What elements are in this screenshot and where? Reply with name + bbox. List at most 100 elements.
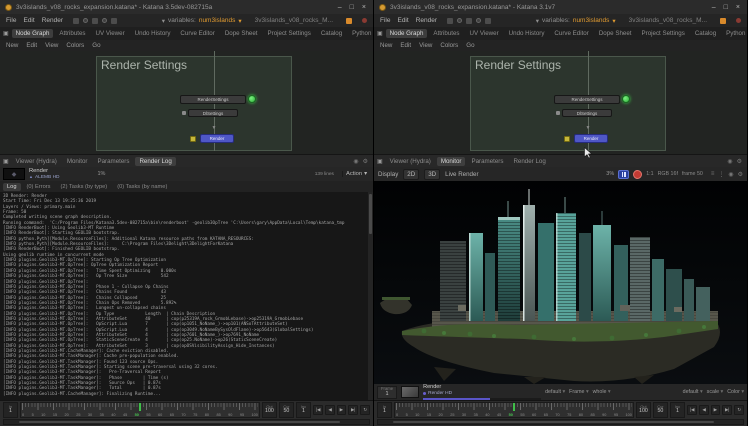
render-thumbnail[interactable]: ◆	[3, 168, 25, 180]
play-button[interactable]: ▶	[337, 405, 346, 415]
toolbar-icon[interactable]	[447, 18, 453, 24]
menu-item[interactable]: File	[6, 17, 16, 24]
scrollbar-thumb[interactable]	[393, 421, 714, 423]
graph-menu-item[interactable]: New	[380, 42, 392, 49]
pane-menu-icon[interactable]: ▣	[3, 30, 9, 37]
log-tab[interactable]: (0) Tasks (by name)	[113, 183, 171, 191]
pane-tab[interactable]: Parameters	[467, 157, 507, 166]
toolbar-icon[interactable]	[111, 18, 117, 24]
minimize-icon[interactable]: –	[338, 4, 342, 11]
toolbar-icon[interactable]	[83, 18, 88, 23]
log-scrollbar[interactable]	[368, 192, 373, 400]
monitor-render-view[interactable]	[374, 181, 747, 384]
panel-tab[interactable]: Curve Editor	[176, 29, 218, 38]
graph-menu-item[interactable]: Go	[466, 42, 474, 49]
pane-tab[interactable]: Parameters	[93, 157, 133, 166]
panel-tab[interactable]: UV Viewer	[92, 29, 129, 38]
pane-tab[interactable]: Monitor	[63, 157, 92, 166]
menu-icon[interactable]: ≡	[711, 171, 715, 178]
play-button[interactable]: ▶	[711, 405, 720, 415]
view-flag-icon[interactable]	[248, 95, 256, 103]
pane-tab[interactable]: Render Log	[509, 157, 549, 166]
pin-icon[interactable]: ◉	[728, 171, 733, 178]
step-back-button[interactable]: ◀	[325, 405, 334, 415]
pause-button[interactable]	[618, 170, 629, 179]
log-tab[interactable]: Log	[3, 183, 21, 191]
session-tab[interactable]: 3v3islands_v08_rocks_M...	[255, 17, 333, 24]
go-to-start-button[interactable]: |◀	[687, 405, 697, 415]
menu-item[interactable]: Edit	[23, 17, 34, 24]
render-log-output[interactable]: 3D Render: Render Start Time: Fri Dec 13…	[0, 192, 373, 400]
panel-tab[interactable]: Dope Sheet	[595, 29, 636, 38]
variables-control[interactable]: ▾ variables: num3islands ▾	[162, 17, 242, 25]
node-dlsettings[interactable]: DlSettings	[562, 109, 612, 117]
zoom-level[interactable]: 1:1	[646, 171, 653, 177]
variables-value[interactable]: num3islands	[199, 17, 236, 24]
close-icon[interactable]: ×	[736, 4, 740, 11]
node-graph-canvas[interactable]: Render Settings RenderSettings DlSetting…	[0, 51, 373, 155]
node-rendersettings[interactable]: RenderSettings	[180, 95, 246, 104]
panel-tab[interactable]: Undo History	[505, 29, 549, 38]
node-render[interactable]: Render	[200, 134, 234, 143]
action-dropdown[interactable]: Action ▾	[342, 171, 370, 177]
toolbar-icon[interactable]	[466, 18, 472, 24]
log-tab[interactable]: (0) Errors	[23, 183, 55, 191]
timeline-ruler[interactable]: 0510152025303540455055606570758085909510…	[20, 402, 260, 418]
node-render[interactable]: Render	[574, 134, 608, 143]
gear-icon[interactable]: ⚙	[738, 171, 743, 178]
loop-button[interactable]: ↻	[734, 405, 744, 415]
timeline-scrollbar[interactable]	[377, 419, 744, 425]
graph-menu-item[interactable]: Edit	[26, 42, 37, 49]
titlebar[interactable]: 3v3islands_v08_rocks_expansion.katana* -…	[0, 0, 373, 14]
current-frame-field[interactable]: Cur50	[279, 402, 294, 418]
in-frame-field[interactable]: In1	[377, 402, 392, 418]
log-tab[interactable]: (2) Tasks (by type)	[57, 183, 112, 191]
panel-tab[interactable]: Attributes	[429, 29, 463, 38]
menu-item[interactable]: Render	[416, 17, 437, 24]
session-tab[interactable]: 3v3islands_v08_rocks_M...	[629, 17, 707, 24]
pane-menu-icon[interactable]: ▣	[377, 30, 383, 37]
menu-item[interactable]: Render	[42, 17, 63, 24]
panel-tab[interactable]: UV Viewer	[466, 29, 503, 38]
maximize-icon[interactable]: □	[350, 4, 354, 11]
strip-dropdown[interactable]: whole	[593, 389, 611, 395]
pane-tab[interactable]: Monitor	[437, 157, 466, 166]
toolbar-icon[interactable]	[73, 18, 79, 24]
panel-tab[interactable]: Curve Editor	[550, 29, 592, 38]
minimize-icon[interactable]: –	[712, 4, 716, 11]
loop-button[interactable]: ↻	[360, 405, 370, 415]
stop-render-button[interactable]	[633, 170, 642, 179]
panel-tab[interactable]: Project Settings	[264, 29, 315, 38]
current-frame-marker[interactable]	[513, 403, 515, 411]
node-graph-canvas[interactable]: Render Settings RenderSettings DlSetting…	[374, 51, 747, 155]
graph-menu-item[interactable]: View	[419, 42, 432, 49]
toolbar-icon[interactable]	[102, 18, 107, 23]
view-flag-icon[interactable]	[622, 95, 630, 103]
increment-field[interactable]: Inc1	[296, 402, 311, 418]
out-frame-field[interactable]: Out100	[262, 402, 277, 418]
variables-control[interactable]: ▾ variables: num3islands ▾	[536, 17, 616, 25]
catalog-thumbnail[interactable]	[401, 386, 419, 398]
current-frame-field[interactable]: Cur50	[653, 402, 668, 418]
overflow-menu-icon[interactable]: ⋮	[718, 171, 724, 178]
in-frame-field[interactable]: In1	[3, 402, 18, 418]
panel-tab[interactable]: Catalog	[691, 29, 720, 38]
toolbar-icon[interactable]	[457, 18, 462, 23]
out-frame-field[interactable]: Out100	[636, 402, 651, 418]
toolbar-icon[interactable]	[485, 18, 491, 24]
panel-tab[interactable]: Project Settings	[638, 29, 689, 38]
step-back-button[interactable]: ◀	[699, 405, 708, 415]
graph-menu-item[interactable]: Colors	[440, 42, 458, 49]
channel-display[interactable]: RGB 16f	[658, 171, 678, 177]
gear-icon[interactable]: ⚙	[363, 158, 368, 165]
current-frame-marker[interactable]	[139, 403, 141, 411]
graph-menu-item[interactable]: Go	[92, 42, 100, 49]
panel-tab[interactable]: Node Graph	[12, 29, 54, 38]
variables-value[interactable]: num3islands	[573, 17, 610, 24]
menu-item[interactable]: File	[380, 17, 390, 24]
pane-tab[interactable]: Render Log	[135, 157, 175, 166]
strip-dropdown[interactable]: scale	[707, 389, 724, 395]
go-to-start-button[interactable]: |◀	[313, 405, 323, 415]
node-rendersettings[interactable]: RenderSettings	[554, 95, 620, 104]
scrollbar-thumb[interactable]	[19, 421, 340, 423]
